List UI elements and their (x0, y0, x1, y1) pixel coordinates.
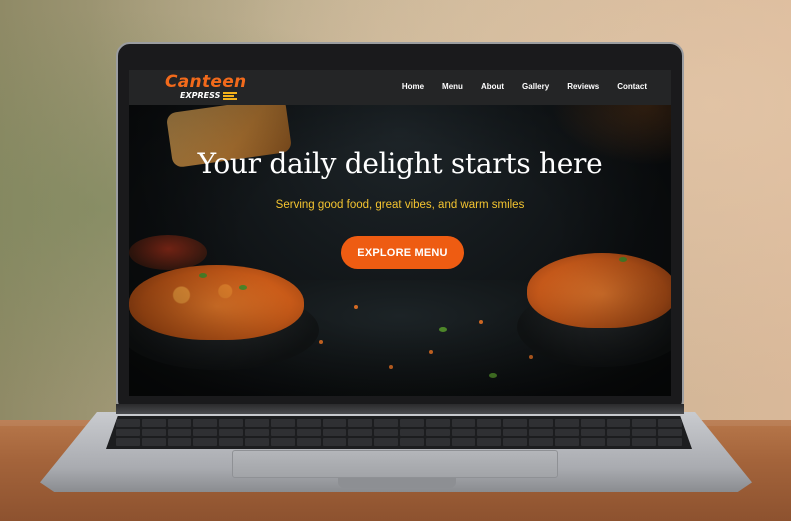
hero-section: Your daily delight starts here Serving g… (129, 105, 671, 396)
laptop-trackpad (232, 450, 558, 478)
brand-tagline-row: EXPRESS (180, 92, 246, 100)
site-navbar: Canteen EXPRESS Home Menu About Gallery … (129, 70, 671, 105)
brand-logo[interactable]: Canteen EXPRESS (165, 74, 246, 100)
nav-item-menu[interactable]: Menu (442, 82, 463, 91)
laptop-hinge (116, 404, 684, 414)
hero-subtitle: Serving good food, great vibes, and warm… (275, 199, 525, 211)
laptop-screen: Canteen EXPRESS Home Menu About Gallery … (129, 70, 671, 396)
nav-item-about[interactable]: About (481, 82, 504, 91)
nav-menu: Home Menu About Gallery Reviews Contact (402, 82, 647, 91)
speed-lines-icon (223, 92, 238, 100)
nav-item-home[interactable]: Home (402, 82, 424, 91)
brand-name: Canteen (165, 72, 247, 92)
laptop-notch (338, 478, 456, 488)
explore-menu-button[interactable]: EXPLORE MENU (341, 236, 464, 269)
nav-item-reviews[interactable]: Reviews (567, 82, 599, 91)
brand-tagline: EXPRESS (180, 91, 221, 100)
nav-item-contact[interactable]: Contact (617, 82, 647, 91)
nav-item-gallery[interactable]: Gallery (522, 82, 549, 91)
laptop-keyboard (106, 416, 692, 449)
hero-title: Your daily delight starts here (197, 147, 603, 180)
